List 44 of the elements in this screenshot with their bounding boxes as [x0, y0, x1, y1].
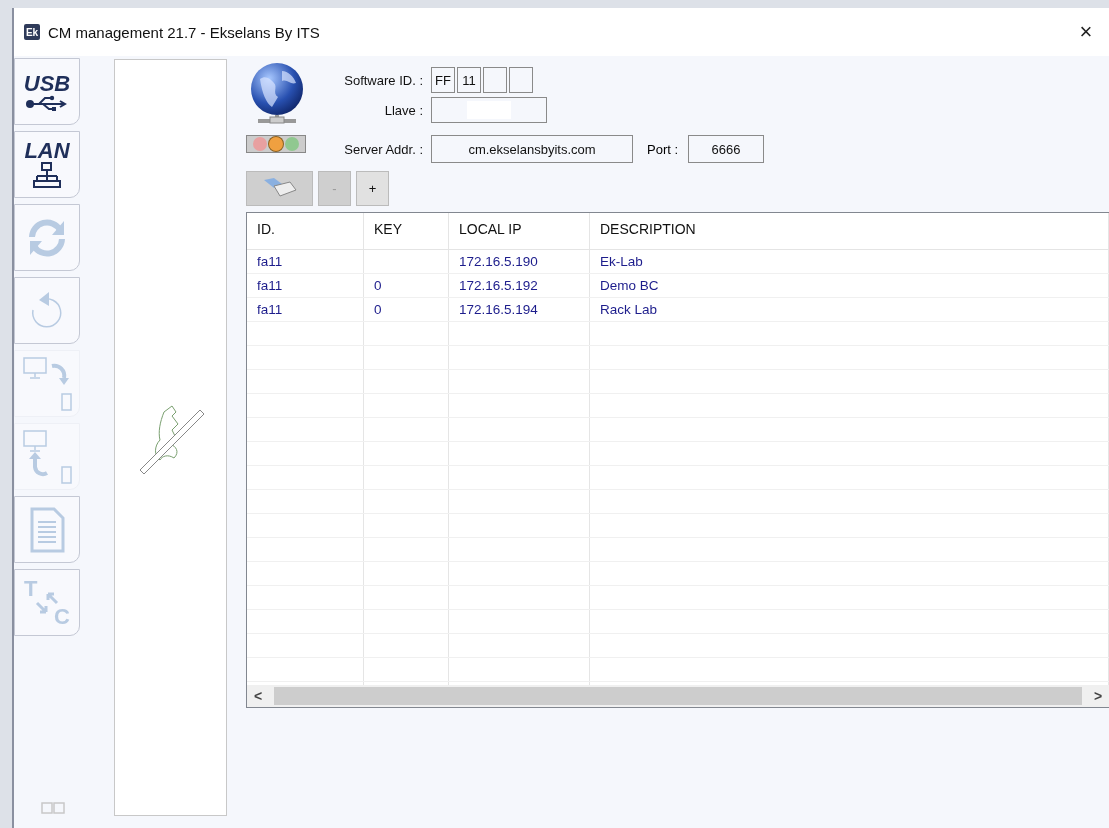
table-cell: Demo BC — [590, 274, 1109, 297]
software-id-field[interactable] — [483, 67, 507, 93]
field-label: Server Addr. : — [343, 141, 424, 157]
table-cell: Ek-Lab — [590, 250, 1109, 273]
column-header[interactable]: KEY — [364, 213, 449, 249]
app-icon: Ek — [24, 24, 40, 40]
horizontal-scrollbar[interactable]: < > — [247, 685, 1109, 707]
column-header[interactable]: DESCRIPTION — [590, 213, 1109, 249]
lan-tool-button[interactable]: LAN — [14, 131, 80, 198]
column-header[interactable]: LOCAL IP — [449, 213, 590, 249]
field-label: Software ID. : — [343, 72, 424, 88]
scroll-right-button[interactable]: > — [1087, 688, 1109, 704]
monitor-file-icon — [22, 428, 72, 485]
table-cell: 0 — [364, 274, 449, 297]
key-field[interactable] — [431, 97, 547, 123]
letter-t: T — [24, 577, 38, 600]
network-icon — [32, 161, 62, 190]
usb-tool-button[interactable]: USB — [14, 58, 80, 125]
scrollbar-thumb[interactable] — [274, 687, 1082, 705]
table-cell: 172.16.5.194 — [449, 298, 590, 321]
field-label: Llave : — [383, 102, 424, 118]
letter-c: C — [54, 605, 70, 628]
table-cell: Rack Lab — [590, 298, 1109, 321]
table-cell: 172.16.5.192 — [449, 274, 590, 297]
port-field[interactable]: 6666 — [688, 135, 765, 163]
table-cell: fa11 — [247, 274, 364, 297]
field-label: Port : — [647, 141, 679, 157]
usb-icon — [25, 94, 69, 111]
column-header[interactable]: ID. — [247, 213, 364, 249]
table-cell: 172.16.5.190 — [449, 250, 590, 273]
scroll-left-button[interactable]: < — [247, 688, 269, 704]
server-address-field[interactable]: cm.ekselansbyits.com — [431, 135, 633, 163]
table-cell: fa11 — [247, 250, 364, 273]
table-cell: fa11 — [247, 298, 364, 321]
table-cell: 0 — [364, 298, 449, 321]
monitor-file-icon — [22, 355, 72, 412]
document-icon — [29, 506, 65, 553]
close-button[interactable]: × — [1069, 19, 1103, 45]
windows-icon — [41, 802, 65, 814]
window-title: CM management 21.7 - Ekselans By ITS — [48, 23, 321, 41]
add-button[interactable]: + — [356, 171, 389, 206]
software-id-field[interactable]: 11 — [457, 67, 481, 93]
software-id-field[interactable] — [509, 67, 533, 93]
software-id-field[interactable]: FF — [431, 67, 455, 93]
